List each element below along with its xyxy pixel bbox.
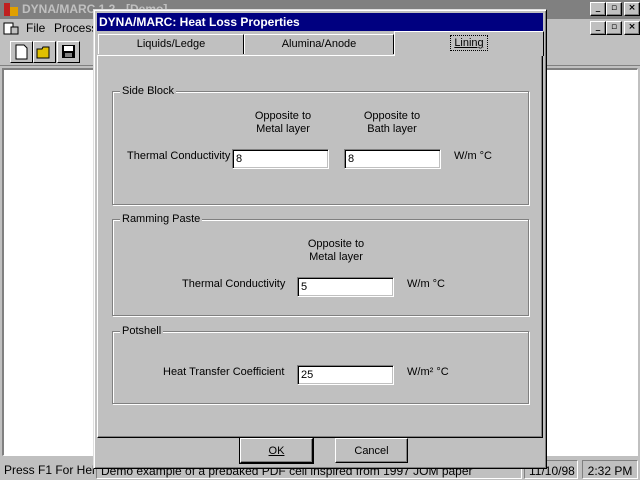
side-block-bath-header: Opposite to Bath layer xyxy=(347,110,437,136)
menu-process[interactable]: Process xyxy=(54,21,97,35)
menu-file[interactable]: File xyxy=(26,21,45,35)
ramming-paste-title: Ramming Paste xyxy=(120,213,203,225)
dialog-title: DYNA/MARC: Heat Loss Properties xyxy=(97,13,543,31)
ok-button[interactable]: OK xyxy=(239,437,314,464)
ramming-paste-group xyxy=(112,219,529,316)
tab-label: Lining xyxy=(450,35,488,51)
ramming-paste-conductivity-label: Thermal Conductivity xyxy=(182,278,286,290)
side-block-metal-header: Opposite to Metal layer xyxy=(238,110,328,136)
side-block-bath-conductivity-field[interactable]: 8 xyxy=(344,149,441,169)
save-button[interactable] xyxy=(57,41,80,63)
child-restore-button[interactable]: ▫ xyxy=(606,21,622,35)
ramming-paste-conductivity-field[interactable]: 5 xyxy=(297,277,394,297)
side-block-metal-conductivity-field[interactable]: 8 xyxy=(232,149,329,169)
header-line: Metal layer xyxy=(309,251,363,263)
minimize-button[interactable]: _ xyxy=(590,2,606,16)
tab-liquids-ledge[interactable]: Liquids/Ledge xyxy=(98,34,244,54)
cancel-label: Cancel xyxy=(354,445,389,457)
tab-label: Liquids/Ledge xyxy=(136,38,206,50)
close-button[interactable]: × xyxy=(624,2,640,16)
side-block-unit: W/m °C xyxy=(454,150,493,162)
header-line: Opposite to xyxy=(254,110,312,122)
open-folder-icon xyxy=(36,46,50,59)
header-line: Bath layer xyxy=(367,123,417,135)
open-button[interactable] xyxy=(33,41,56,63)
save-disk-icon xyxy=(62,45,75,58)
new-file-icon xyxy=(15,44,28,60)
side-block-group xyxy=(112,91,529,205)
cancel-button[interactable]: Cancel xyxy=(335,438,408,463)
tab-label: Alumina/Anode xyxy=(281,38,357,50)
new-button[interactable] xyxy=(10,41,33,63)
maximize-button[interactable]: ▫ xyxy=(606,2,622,16)
potshell-title: Potshell xyxy=(120,325,164,337)
side-block-conductivity-label: Thermal Conductivity xyxy=(127,150,231,162)
tab-lining[interactable]: Lining xyxy=(394,31,544,56)
child-close-button[interactable]: × xyxy=(624,21,640,35)
status-help: Press F1 For Help xyxy=(4,463,94,477)
header-line: Metal layer xyxy=(256,123,310,135)
tab-alumina-anode[interactable]: Alumina/Anode xyxy=(244,34,394,54)
heat-loss-properties-dialog: DYNA/MARC: Heat Loss Properties Liquids/… xyxy=(93,9,547,469)
document-menu-icon[interactable] xyxy=(3,21,19,36)
tab-panel-lining: Side Block Opposite to Metal layer Oppos… xyxy=(97,55,543,438)
ok-label: OK xyxy=(268,445,285,457)
potshell-coefficient-field[interactable]: 25 xyxy=(297,365,394,385)
potshell-unit: W/m² °C xyxy=(407,366,449,378)
app-icon xyxy=(4,3,18,16)
header-line: Opposite to xyxy=(363,110,421,122)
side-block-title: Side Block xyxy=(120,85,176,97)
header-line: Opposite to xyxy=(307,238,365,250)
ramming-paste-unit: W/m °C xyxy=(407,278,446,290)
ramming-paste-header: Opposite to Metal layer xyxy=(291,238,381,264)
child-minimize-button[interactable]: _ xyxy=(590,21,606,35)
potshell-coefficient-label: Heat Transfer Coefficient xyxy=(163,366,285,378)
status-time: 2:32 PM xyxy=(582,460,638,479)
